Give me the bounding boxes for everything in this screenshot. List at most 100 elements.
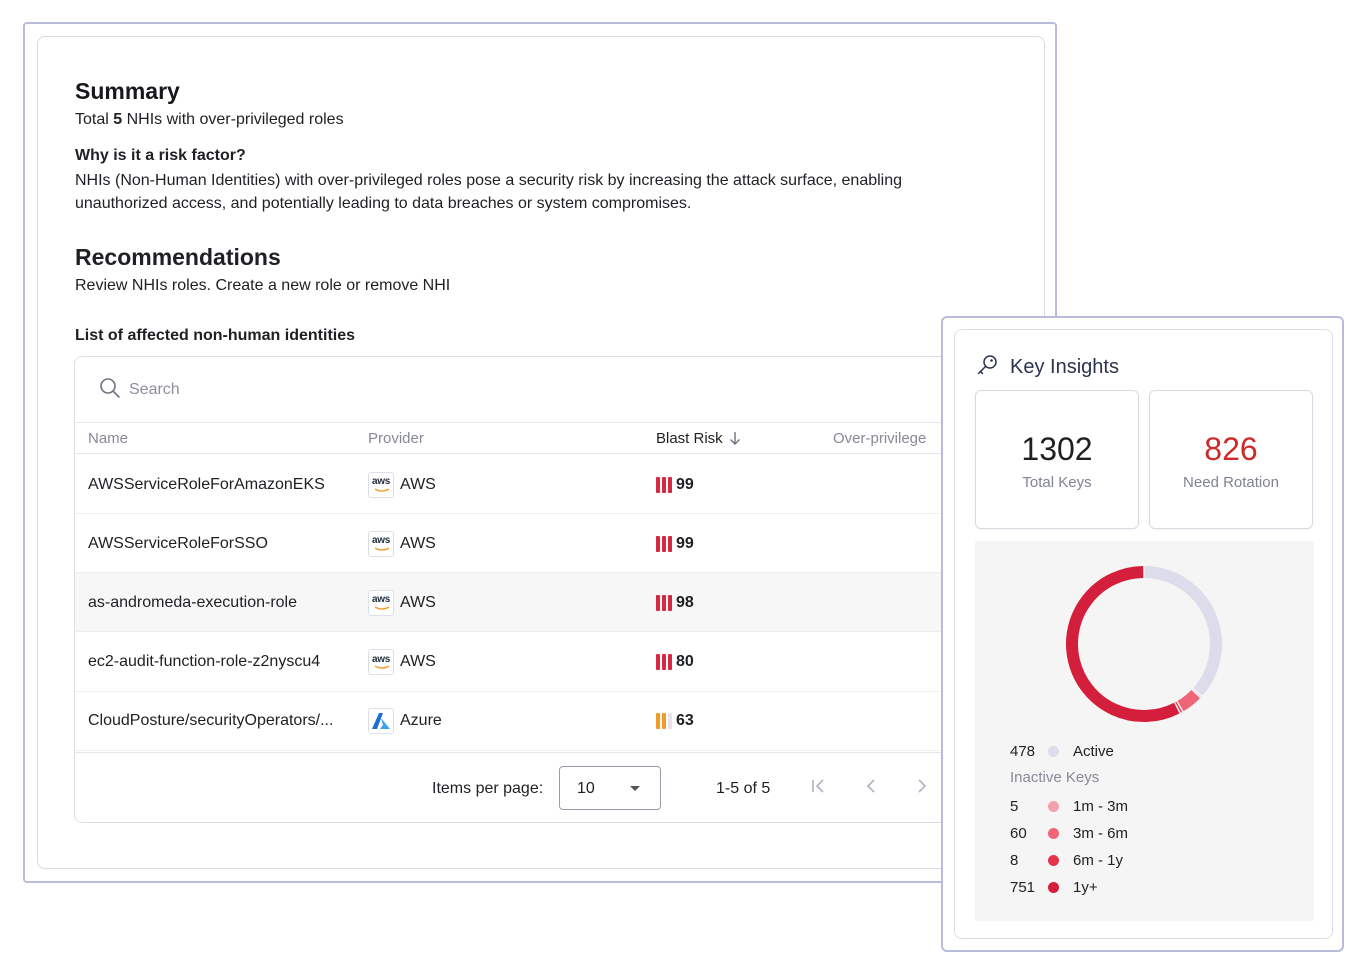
table-header: Name Provider Blast Risk Over-privilege <box>75 422 973 454</box>
identities-table: Name Provider Blast Risk Over-privilege … <box>74 356 974 823</box>
legend-swatch <box>1048 827 1059 839</box>
legend-active: 478 Active <box>1010 741 1114 761</box>
provider-name: AWS <box>400 534 436 552</box>
previous-page-button[interactable] <box>860 777 882 799</box>
donut-slice-1y- <box>1066 566 1180 722</box>
legend-item: 751 1y+ <box>1010 877 1098 897</box>
provider-cell: aws AWS <box>368 633 436 692</box>
search-icon <box>99 377 121 404</box>
identity-name[interactable]: ec2-audit-function-role-z2nyscu4 <box>88 633 320 692</box>
summary-total: Total 5 NHIs with over-privileged roles <box>75 111 344 129</box>
summary-total-suffix: NHIs with over-privileged roles <box>126 111 344 128</box>
blast-risk-score: 80 <box>676 653 694 671</box>
legend-item: 8 6m - 1y <box>1010 850 1123 870</box>
risk-bar <box>656 594 660 611</box>
sort-down-icon <box>729 431 741 449</box>
search-input[interactable] <box>129 381 429 399</box>
items-per-page-select[interactable]: 10 <box>559 766 661 810</box>
legend-value: 60 <box>1010 824 1027 842</box>
legend-active-value: 478 <box>1010 742 1036 760</box>
identity-name[interactable]: AWSServiceRoleForAmazonEKS <box>88 455 325 514</box>
need-rotation-label: Need Rotation <box>1183 474 1279 491</box>
table-row[interactable]: ec2-audit-function-role-z2nyscu4 aws AWS… <box>75 633 973 692</box>
recommendations-text: Review NHIs roles. Create a new role or … <box>75 277 451 294</box>
risk-bar <box>662 713 666 730</box>
blast-risk-score: 98 <box>676 593 694 611</box>
risk-bars-icon <box>656 476 672 493</box>
blast-risk-cell: 63 <box>656 692 694 751</box>
legend-swatch <box>1048 800 1059 812</box>
first-page-button[interactable] <box>808 777 830 799</box>
chevron-left-icon <box>865 778 877 799</box>
need-rotation-value: 826 <box>1204 431 1258 467</box>
risk-bar <box>656 654 660 671</box>
provider-cell: aws AWS <box>368 573 436 632</box>
risk-bar <box>662 535 666 552</box>
table-row[interactable]: as-andromeda-execution-role aws AWS 98 <box>75 573 973 633</box>
risk-bar <box>656 713 660 730</box>
legend-active-swatch <box>1048 745 1059 757</box>
risk-bars-icon <box>656 654 672 671</box>
blast-risk-score: 99 <box>676 534 694 552</box>
need-rotation-card: 826 Need Rotation <box>1149 390 1313 529</box>
provider-cell: Azure <box>368 692 442 751</box>
blast-risk-label: Blast Risk <box>656 430 723 447</box>
pagination-range: 1-5 of 5 <box>716 780 771 797</box>
chevron-right-icon <box>916 778 928 799</box>
legend-label: 6m - 1y <box>1073 851 1124 869</box>
table-row[interactable]: CloudPosture/securityOperators/... Azure… <box>75 692 973 751</box>
legend-label: 1m - 3m <box>1073 797 1129 815</box>
findings-card: Summary Total 5 NHIs with over-privilege… <box>37 36 1045 869</box>
total-keys-card: 1302 Total Keys <box>975 390 1139 529</box>
risk-bars-icon <box>656 535 672 552</box>
identity-name[interactable]: AWSServiceRoleForSSO <box>88 514 268 573</box>
table-row[interactable]: AWSServiceRoleForSSO aws AWS 99 <box>75 514 973 574</box>
donut-slice-active <box>1144 566 1222 696</box>
caret-down-icon <box>630 786 640 791</box>
risk-bar <box>656 476 660 493</box>
column-header-blast-risk[interactable]: Blast Risk <box>656 430 741 449</box>
identity-name[interactable]: as-andromeda-execution-role <box>88 573 297 632</box>
legend-item: 60 3m - 6m <box>1010 823 1128 843</box>
aws-logo: aws <box>368 530 394 557</box>
table-row[interactable]: AWSServiceRoleForAmazonEKS aws AWS 99 <box>75 455 973 514</box>
risk-explanation: NHIs (Non-Human Identities) with over-pr… <box>75 172 903 212</box>
summary-total-prefix: Total <box>75 111 109 128</box>
column-header-provider[interactable]: Provider <box>368 430 424 447</box>
risk-bar <box>662 594 666 611</box>
legend-value: 8 <box>1010 851 1019 869</box>
key-age-donut <box>1066 566 1222 722</box>
aws-logo: aws <box>368 471 394 498</box>
legend-value: 751 <box>1010 878 1036 896</box>
legend-label: 1y+ <box>1073 878 1098 896</box>
legend-swatch <box>1048 881 1059 893</box>
aws-logo: aws <box>368 589 394 616</box>
key-age-chart: 478 Active Inactive Keys 5 1m - 3m 60 3m… <box>975 541 1314 921</box>
summary-heading: Summary <box>75 78 180 104</box>
blast-risk-cell: 99 <box>656 514 694 573</box>
risk-question: Why is it a risk factor? <box>75 147 246 164</box>
risk-bar <box>662 476 666 493</box>
column-header-over-privileged[interactable]: Over-privilege <box>833 430 926 447</box>
findings-panel: Summary Total 5 NHIs with over-privilege… <box>23 22 1057 883</box>
risk-bar <box>668 594 672 611</box>
search-box[interactable] <box>99 377 429 403</box>
legend-item: 5 1m - 3m <box>1010 796 1128 816</box>
risk-bar <box>668 654 672 671</box>
key-insights-panel: Key Insights 1302 Total Keys 826 Need Ro… <box>941 316 1344 952</box>
provider-name: Azure <box>400 712 442 730</box>
inactive-keys-label: Inactive Keys <box>1010 769 1100 786</box>
risk-bar <box>656 535 660 552</box>
column-header-name[interactable]: Name <box>88 430 128 447</box>
risk-bar <box>668 713 672 730</box>
key-insights-card: Key Insights 1302 Total Keys 826 Need Ro… <box>954 329 1333 939</box>
risk-bar <box>662 654 666 671</box>
azure-logo <box>368 708 394 735</box>
next-page-button[interactable] <box>911 777 933 799</box>
key-insights-title: Key Insights <box>1010 356 1119 378</box>
identity-name[interactable]: CloudPosture/securityOperators/... <box>88 692 333 751</box>
blast-risk-score: 99 <box>676 475 694 493</box>
legend-value: 5 <box>1010 797 1019 815</box>
donut-slice-3m-6m <box>1177 689 1200 712</box>
aws-logo: aws <box>368 649 394 676</box>
